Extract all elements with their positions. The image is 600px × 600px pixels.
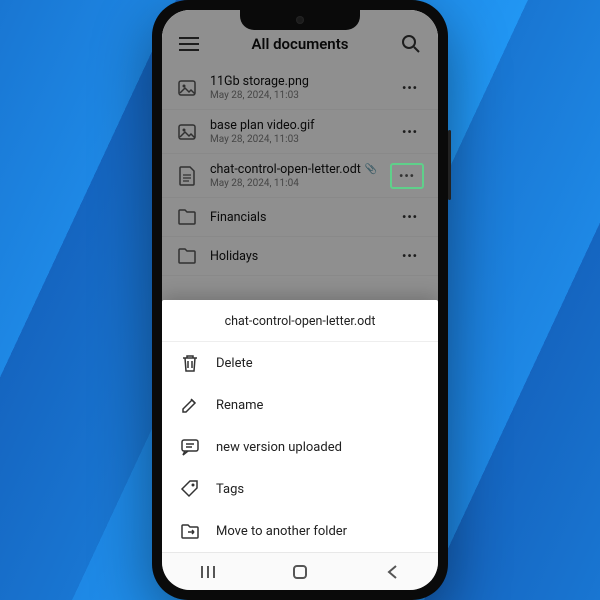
tag-icon [180,479,200,499]
phone-frame: All documents 11Gb storage.pngMay 28, 20… [152,0,448,600]
action-sheet: chat-control-open-letter.odt Delete Renam… [162,300,438,552]
sheet-item-tag[interactable]: Tags [162,468,438,510]
more-icon[interactable]: ••• [390,163,424,189]
sheet-item-label: Rename [216,398,263,413]
sheet-item-label: Move to another folder [216,524,347,539]
comment-icon [180,437,200,457]
nav-home-icon[interactable] [288,560,312,584]
trash-icon [180,353,200,373]
nav-back-icon[interactable] [380,560,404,584]
sheet-item-move[interactable]: Move to another folder [162,510,438,552]
sheet-item-label: Delete [216,356,253,371]
sheet-title: chat-control-open-letter.odt [162,300,438,342]
phone-notch [240,10,360,30]
rename-icon [180,395,200,415]
android-navbar [162,552,438,590]
sheet-item-comment[interactable]: new version uploaded [162,426,438,468]
nav-recent-icon[interactable] [196,560,220,584]
side-button [448,130,451,200]
screen: All documents 11Gb storage.pngMay 28, 20… [162,10,438,590]
move-icon [180,521,200,541]
sheet-item-label: Tags [216,482,244,497]
sheet-item-trash[interactable]: Delete [162,342,438,384]
sheet-item-label: new version uploaded [216,440,342,455]
sheet-item-rename[interactable]: Rename [162,384,438,426]
